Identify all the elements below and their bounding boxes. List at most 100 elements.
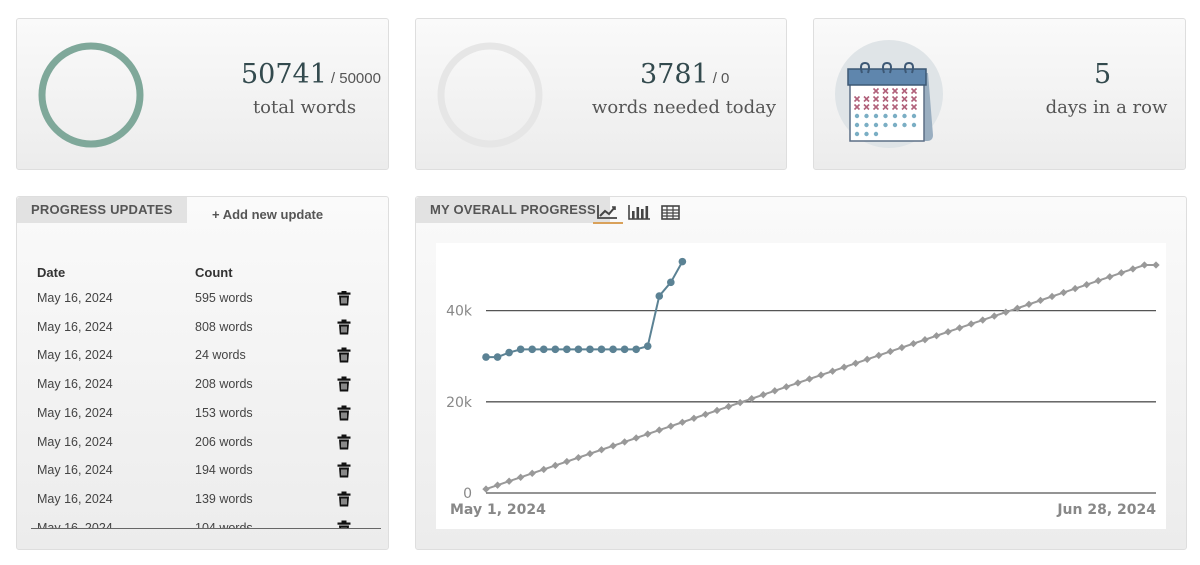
target-point	[851, 359, 860, 367]
total-words-value-group: 50741/ 50000	[241, 59, 381, 90]
target-point	[805, 375, 814, 383]
target-point	[817, 371, 825, 379]
target-point	[944, 328, 952, 336]
target-point	[1083, 280, 1091, 289]
trash-icon[interactable]	[337, 434, 351, 450]
update-count: 208 words	[195, 377, 253, 392]
date-column-header: Date	[37, 265, 66, 280]
actual-point	[551, 345, 560, 354]
target-point	[493, 481, 502, 489]
actual-point	[563, 345, 571, 354]
actual-point	[655, 292, 664, 300]
count-column-header: Count	[195, 265, 233, 280]
target-point	[1048, 292, 1056, 301]
target-point	[1140, 261, 1149, 269]
trash-icon[interactable]	[337, 520, 351, 528]
table-row: May 16, 2024 206 words	[17, 434, 388, 463]
words-needed-label: words needed today	[591, 97, 777, 118]
target-point	[828, 367, 837, 375]
overall-progress-panel: MY OVERALL PROGRESS 0 20k 40k May 1, 2024 Ju…	[415, 196, 1187, 550]
target-point	[759, 391, 767, 399]
trash-icon[interactable]	[337, 291, 351, 306]
bar-chart-icon[interactable]	[626, 203, 652, 223]
x-tick-label-start: May 1, 2024	[450, 502, 546, 518]
target-point	[597, 446, 606, 454]
actual-point	[597, 345, 606, 354]
target-point	[886, 347, 894, 356]
actual-point	[620, 345, 629, 354]
update-date: May 16, 2024	[37, 319, 113, 334]
update-count: 24 words	[195, 348, 246, 363]
target-point	[1025, 300, 1033, 308]
target-point	[782, 383, 791, 391]
target-point	[505, 477, 513, 485]
target-point	[1129, 265, 1137, 273]
target-point	[574, 453, 583, 462]
total-words-value: 50741	[241, 59, 327, 90]
target-point	[840, 363, 848, 371]
target-point	[979, 316, 987, 324]
actual-point	[505, 348, 513, 357]
actual-point	[678, 257, 687, 266]
update-count: 194 words	[195, 463, 253, 478]
actual-point	[643, 342, 652, 350]
target-point	[644, 430, 652, 438]
trash-icon[interactable]	[337, 376, 351, 392]
active-view-underline	[593, 222, 623, 224]
target-point	[655, 426, 663, 434]
trash-icon[interactable]	[337, 491, 351, 507]
total-progress-ring	[38, 42, 144, 148]
table-bottom-border	[31, 528, 381, 529]
actual-point	[609, 345, 617, 354]
target-point	[701, 410, 710, 419]
update-date: May 16, 2024	[37, 377, 113, 392]
target-point	[863, 355, 871, 364]
target-point	[1094, 277, 1102, 285]
target-point	[540, 465, 548, 474]
trash-icon[interactable]	[337, 319, 351, 335]
trash-icon[interactable]	[337, 405, 351, 421]
y-tick-label: 40k	[446, 304, 473, 320]
actual-point	[516, 345, 525, 354]
target-point	[620, 438, 629, 446]
add-update-button[interactable]: + Add new update	[212, 207, 323, 222]
words-needed-goal: / 0	[712, 70, 730, 87]
trash-icon[interactable]	[337, 347, 351, 363]
words-needed-value-group: 3781/ 0	[640, 59, 729, 90]
target-point	[1117, 269, 1126, 277]
target-point	[1002, 308, 1010, 316]
y-tick-label: 0	[463, 486, 472, 502]
target-point	[1059, 288, 1068, 297]
progress-updates-tab[interactable]: PROGRESS UPDATES	[17, 197, 187, 223]
overall-progress-chart: 0 20k 40k May 1, 2024 Jun 28, 2024	[436, 243, 1166, 529]
x-tick-label-end: Jun 28, 2024	[1056, 502, 1156, 518]
target-point	[667, 422, 675, 430]
line-chart-icon[interactable]	[594, 203, 620, 223]
table-row: May 16, 2024 153 words	[17, 405, 388, 434]
update-date: May 16, 2024	[37, 463, 113, 478]
update-date: May 16, 2024	[37, 520, 113, 528]
table-row: May 16, 2024 595 words	[17, 291, 388, 319]
actual-point	[482, 353, 490, 361]
table-icon[interactable]	[658, 203, 684, 223]
line-chart: 0 20k 40k May 1, 2024 Jun 28, 2024	[446, 257, 1160, 518]
actual-point	[586, 345, 594, 354]
target-point	[516, 473, 525, 481]
overall-progress-tab[interactable]: MY OVERALL PROGRESS	[416, 197, 610, 223]
today-progress-ring	[437, 42, 543, 148]
update-count: 206 words	[195, 434, 253, 449]
target-point	[736, 398, 744, 407]
table-row: May 16, 2024 194 words	[17, 462, 388, 491]
target-point	[1152, 261, 1160, 269]
target-point	[1106, 273, 1114, 281]
target-point	[632, 434, 640, 442]
target-point	[932, 332, 941, 340]
table-row: May 16, 2024 808 words	[17, 319, 388, 348]
target-point	[967, 320, 975, 328]
target-point	[771, 387, 779, 395]
trash-icon[interactable]	[337, 462, 351, 478]
actual-point	[574, 345, 583, 354]
table-row: May 16, 2024 24 words	[17, 347, 388, 376]
progress-updates-panel: PROGRESS UPDATES + Add new update Date C…	[16, 196, 389, 550]
total-words-label: total words	[252, 97, 357, 118]
